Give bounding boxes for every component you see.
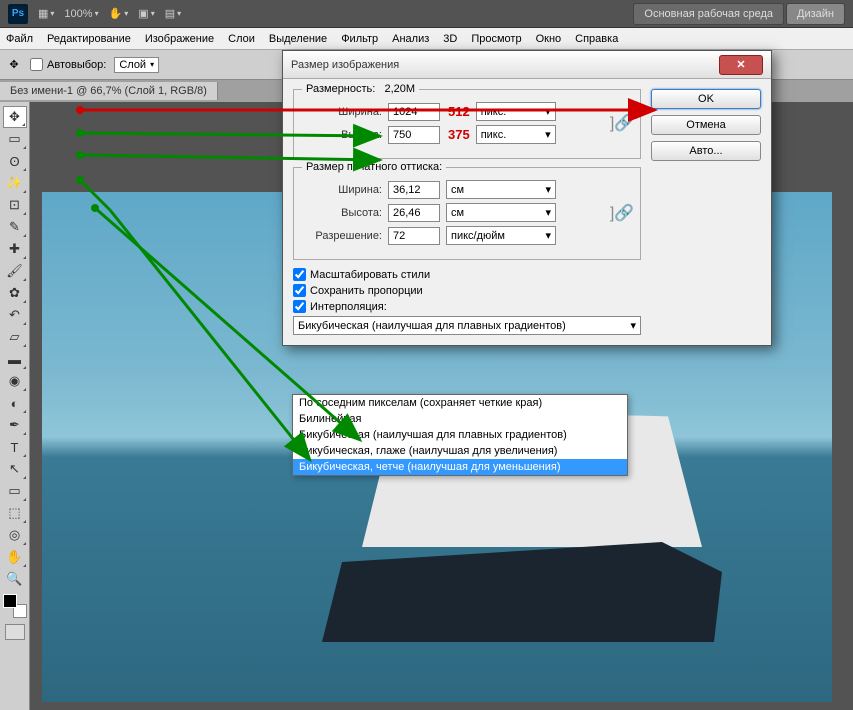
interp-option-bilinear[interactable]: Билинейная (293, 411, 627, 427)
close-button[interactable]: ✕ (719, 55, 763, 75)
eyedropper-tool[interactable]: ✎ (3, 216, 27, 238)
print-height-label: Высота: (304, 207, 382, 219)
interpolation-dropdown-list: По соседним пикселам (сохраняет четкие к… (292, 394, 628, 476)
menu-image[interactable]: Изображение (145, 33, 214, 45)
auto-select-checkbox[interactable]: Автовыбор: (30, 58, 106, 71)
zoom-tool[interactable]: 🔍 (3, 568, 27, 590)
resolution-input[interactable] (388, 227, 440, 245)
interp-option-bicubic[interactable]: Бикубическая (наилучшая для плавных град… (293, 427, 627, 443)
menu-select[interactable]: Выделение (269, 33, 327, 45)
height-unit-select[interactable]: пикс.▾ (476, 125, 556, 144)
menu-view[interactable]: Просмотр (471, 33, 521, 45)
menu-layer[interactable]: Слои (228, 33, 255, 45)
arrange-docs-icon[interactable]: ▤▾ (165, 7, 181, 20)
auto-select-check[interactable] (30, 58, 43, 71)
path-selection-tool[interactable]: ↖ (3, 458, 27, 480)
print-size-group: Размер печатного оттиска: Ширина: см▾ Вы… (293, 167, 641, 260)
quick-mask-toggle[interactable] (5, 624, 25, 640)
print-height-input[interactable] (388, 204, 440, 222)
interp-option-nearest[interactable]: По соседним пикселам (сохраняет четкие к… (293, 395, 627, 411)
workspace-main-button[interactable]: Основная рабочая среда (633, 3, 784, 25)
auto-button[interactable]: Авто... (651, 141, 761, 161)
ps-logo: Ps (8, 4, 28, 24)
tools-panel: ✥ ▭ ʘ ✨ ⊡ ✎ ✚ 🖌 ✿ ↶ ▱ ▬ ◉ ◐ ✒ T ↖ ▭ ⬚ ◎ … (0, 102, 30, 710)
zoom-level[interactable]: 100%▾ (64, 8, 98, 20)
type-tool[interactable]: T (3, 436, 27, 458)
pixel-dimensions-group: Размерность: 2,20M Ширина: 512 пикс.▾ Вы… (293, 89, 641, 159)
hand-tool[interactable]: ✋ (3, 546, 27, 568)
menu-help[interactable]: Справка (575, 33, 618, 45)
clone-stamp-tool[interactable]: ✿ (3, 282, 27, 304)
history-brush-tool[interactable]: ↶ (3, 304, 27, 326)
eraser-tool[interactable]: ▱ (3, 326, 27, 348)
height-input[interactable] (388, 126, 440, 144)
resolution-label: Разрешение: (304, 230, 382, 242)
dialog-title: Размер изображения (291, 59, 399, 71)
color-swatches[interactable] (3, 594, 27, 618)
3d-camera-tool[interactable]: ◎ (3, 524, 27, 546)
move-tool-icon: ✥ (6, 57, 22, 73)
menu-file[interactable]: Файл (6, 33, 33, 45)
scale-styles-label: Масштабировать стили (310, 269, 430, 281)
brush-tool[interactable]: 🖌 (3, 260, 27, 282)
3d-tool[interactable]: ⬚ (3, 502, 27, 524)
print-link-icon[interactable]: ]🔗 (614, 203, 630, 223)
menu-analysis[interactable]: Анализ (392, 33, 429, 45)
app-top-bar: Ps ▦▾ 100%▾ ✋▾ ▣▾ ▤▾ Основная рабочая ср… (0, 0, 853, 28)
print-size-legend: Размер печатного оттиска: (302, 161, 446, 173)
shape-tool[interactable]: ▭ (3, 480, 27, 502)
marquee-tool[interactable]: ▭ (3, 128, 27, 150)
dimensions-label: Размерность: (306, 83, 375, 95)
menu-bar: Файл Редактирование Изображение Слои Выд… (0, 28, 853, 50)
blur-tool[interactable]: ◉ (3, 370, 27, 392)
resolution-unit[interactable]: пикс/дюйм▾ (446, 226, 556, 245)
height-label: Высота: (304, 129, 382, 141)
bridge-icon[interactable]: ▦▾ (38, 7, 54, 20)
menu-window[interactable]: Окно (536, 33, 562, 45)
ok-button[interactable]: OK (651, 89, 761, 109)
interp-option-bicubic-smoother[interactable]: Бикубическая, глаже (наилучшая для увели… (293, 443, 627, 459)
auto-select-dropdown[interactable]: Слой▾ (114, 57, 159, 73)
print-width-unit[interactable]: см▾ (446, 180, 556, 199)
constrain-label: Сохранить пропорции (310, 285, 423, 297)
link-icon[interactable]: ]🔗 (614, 113, 630, 133)
auto-select-label: Автовыбор: (47, 59, 106, 71)
move-tool[interactable]: ✥ (3, 106, 27, 128)
crop-tool[interactable]: ⊡ (3, 194, 27, 216)
print-height-unit[interactable]: см▾ (446, 203, 556, 222)
menu-edit[interactable]: Редактирование (47, 33, 131, 45)
constrain-checkbox[interactable] (293, 284, 306, 297)
view-extras-icon[interactable]: ▣▾ (138, 7, 154, 20)
image-size-dialog: Размер изображения ✕ Размерность: 2,20M … (282, 50, 772, 346)
interpolation-checkbox[interactable] (293, 300, 306, 313)
pen-tool[interactable]: ✒ (3, 414, 27, 436)
document-tab[interactable]: Без имени-1 @ 66,7% (Слой 1, RGB/8) (0, 82, 218, 100)
cancel-button[interactable]: Отмена (651, 115, 761, 135)
print-width-input[interactable] (388, 181, 440, 199)
scale-styles-checkbox[interactable] (293, 268, 306, 281)
lasso-tool[interactable]: ʘ (3, 150, 27, 172)
gradient-tool[interactable]: ▬ (3, 348, 27, 370)
magic-wand-tool[interactable]: ✨ (3, 172, 27, 194)
dialog-titlebar[interactable]: Размер изображения ✕ (283, 51, 771, 79)
height-annotation: 375 (448, 127, 470, 142)
workspace-design-button[interactable]: Дизайн (786, 3, 845, 25)
print-width-label: Ширина: (304, 184, 382, 196)
dodge-tool[interactable]: ◐ (3, 392, 27, 414)
width-label: Ширина: (304, 106, 382, 118)
foreground-color[interactable] (3, 594, 17, 608)
width-annotation: 512 (448, 104, 470, 119)
interp-option-bicubic-sharper[interactable]: Бикубическая, четче (наилучшая для умень… (293, 459, 627, 475)
menu-3d[interactable]: 3D (443, 33, 457, 45)
hand-icon[interactable]: ✋▾ (109, 7, 129, 20)
width-unit-select[interactable]: пикс.▾ (476, 102, 556, 121)
menu-filter[interactable]: Фильтр (341, 33, 378, 45)
dimensions-value: 2,20M (385, 83, 416, 95)
close-icon: ✕ (736, 58, 745, 71)
healing-brush-tool[interactable]: ✚ (3, 238, 27, 260)
width-input[interactable] (388, 103, 440, 121)
interpolation-label: Интерполяция: (310, 301, 387, 313)
interpolation-select[interactable]: Бикубическая (наилучшая для плавных град… (293, 316, 641, 335)
